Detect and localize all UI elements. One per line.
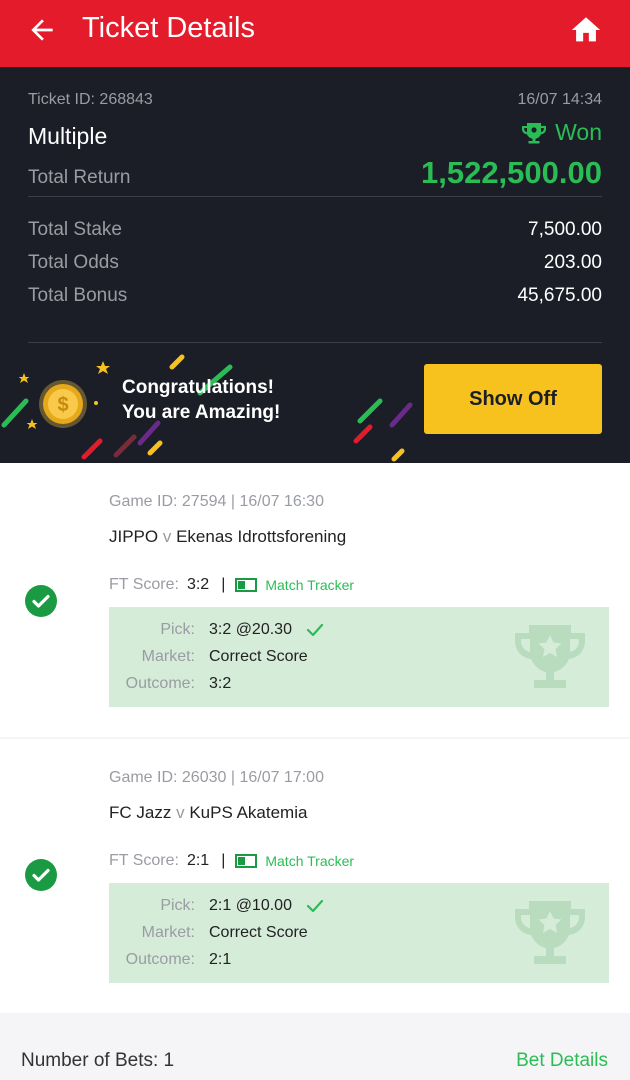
- pick-label: Pick:: [160, 897, 195, 914]
- versus: v: [176, 803, 185, 822]
- top-app-bar: Ticket Details: [0, 0, 630, 67]
- match-teams: FC Jazz v KuPS Akatemia: [109, 803, 307, 823]
- away-team: KuPS Akatemia: [189, 803, 308, 822]
- ticket-datetime: 16/07 14:34: [517, 91, 602, 108]
- ft-score-row: FT Score: 2:1 | Match Tracker: [109, 852, 354, 870]
- match-tracker-label: Match Tracker: [265, 853, 355, 869]
- congrats-line-2: You are Amazing!: [122, 402, 281, 423]
- market-label: Market:: [141, 924, 195, 941]
- match-teams: JIPPO v Ekenas Idrottsforening: [109, 527, 346, 547]
- game-id: Game ID: 27594 | 16/07 16:30: [109, 493, 324, 510]
- show-off-button[interactable]: Show Off: [424, 364, 602, 434]
- total-return-amount: 1,522,500.00: [420, 155, 602, 190]
- outcome-row: Outcome: 2:1: [109, 951, 232, 969]
- pick-box: Pick: 3:2 @20.30 Market: Correct Score O…: [109, 607, 609, 707]
- game-id: Game ID: 26030 | 16/07 17:00: [109, 769, 324, 786]
- home-icon[interactable]: [569, 13, 603, 47]
- trophy-watermark-icon: [515, 625, 585, 688]
- ft-score-value: 2:1: [186, 852, 210, 869]
- match-tracker-icon: [235, 578, 258, 592]
- bet-card: Game ID: 27594 | 16/07 16:30 JIPPO v Eke…: [0, 463, 630, 737]
- ticket-id: Ticket ID: 268843: [28, 91, 153, 108]
- market-value: Correct Score: [209, 924, 308, 941]
- match-tracker-icon: [235, 854, 258, 868]
- home-team: JIPPO: [109, 527, 159, 546]
- congrats-line-1: Congratulations!: [122, 377, 274, 398]
- total-return-row: Total Return 1,522,500.00: [28, 155, 602, 191]
- pick-box: Pick: 2:1 @10.00 Market: Correct Score O…: [109, 883, 609, 983]
- congrats-text: Congratulations! You are Amazing!: [122, 375, 280, 425]
- summary-divider: [28, 196, 602, 197]
- market-value: Correct Score: [209, 648, 308, 665]
- total-stake-label: Total Stake: [28, 219, 122, 240]
- ft-score-label: FT Score:: [109, 576, 179, 593]
- pick-value: 3:2 @20.30: [209, 621, 292, 638]
- pick-value-wrap: 3:2 @20.30: [209, 621, 324, 639]
- pick-value-wrap: 2:1 @10.00: [209, 897, 324, 915]
- check-circle-icon: [25, 859, 57, 891]
- market-row: Market: Correct Score: [109, 648, 308, 666]
- congrats-banner: $ Congratulations! You are Amazing! Show…: [0, 343, 630, 463]
- ticket-meta-row: Ticket ID: 268843 16/07 14:34: [28, 91, 602, 109]
- away-team: Ekenas Idrottsforening: [176, 527, 347, 546]
- versus: v: [162, 527, 172, 546]
- ft-score-row: FT Score: 3:2 | Match Tracker: [109, 576, 354, 594]
- check-circle-icon: [25, 585, 57, 617]
- outcome-row: Outcome: 3:2: [109, 675, 232, 693]
- bet-details-link[interactable]: Bet Details: [516, 1050, 608, 1072]
- outcome-label: Outcome:: [125, 675, 195, 692]
- match-tracker-link[interactable]: Match Tracker: [235, 577, 354, 593]
- pick-row: Pick: 3:2 @20.30: [109, 621, 324, 639]
- ft-score-value: 3:2: [186, 576, 210, 593]
- total-bonus-value: 45,675.00: [517, 285, 602, 306]
- match-tracker-label: Match Tracker: [265, 577, 355, 593]
- coin-icon: $: [39, 380, 87, 428]
- pick-label: Pick:: [160, 621, 195, 638]
- number-of-bets: Number of Bets: 1: [21, 1050, 175, 1071]
- check-icon: [306, 623, 324, 637]
- ticket-summary: Ticket ID: 268843 16/07 14:34 Multiple W…: [0, 67, 630, 463]
- market-row: Market: Correct Score: [109, 924, 308, 942]
- pick-row: Pick: 2:1 @10.00: [109, 897, 324, 915]
- ticket-footer: Number of Bets: 1 Bet Details: [0, 1014, 630, 1080]
- total-odds-row: Total Odds 203.00: [28, 252, 602, 274]
- separator: |: [221, 576, 226, 593]
- total-stake-value: 7,500.00: [528, 219, 602, 240]
- won-label: Won: [555, 119, 602, 145]
- bet-card: Game ID: 26030 | 16/07 17:00 FC Jazz v K…: [0, 739, 630, 1013]
- total-odds-label: Total Odds: [28, 252, 119, 273]
- outcome-value: 2:1: [209, 951, 232, 968]
- ticket-type-row: Multiple Won: [28, 119, 602, 150]
- total-stake-row: Total Stake 7,500.00: [28, 219, 602, 241]
- ft-score-label: FT Score:: [109, 852, 179, 869]
- total-bonus-row: Total Bonus 45,675.00: [28, 285, 602, 307]
- pick-value: 2:1 @10.00: [209, 897, 292, 914]
- outcome-value: 3:2: [209, 675, 232, 692]
- total-bonus-label: Total Bonus: [28, 285, 128, 306]
- total-return-label: Total Return: [28, 167, 131, 188]
- trophy-watermark-icon: [515, 901, 585, 964]
- arrow-left-icon[interactable]: [26, 14, 58, 46]
- total-odds-value: 203.00: [543, 252, 602, 273]
- won-status: Won: [521, 119, 602, 146]
- page-title: Ticket Details: [82, 12, 255, 44]
- home-team: FC Jazz: [109, 803, 172, 822]
- check-icon: [306, 899, 324, 913]
- svg-text:$: $: [57, 394, 68, 416]
- ticket-type: Multiple: [28, 122, 108, 149]
- match-tracker-link[interactable]: Match Tracker: [235, 853, 354, 869]
- trophy-icon: [522, 122, 547, 143]
- market-label: Market:: [141, 648, 195, 665]
- outcome-label: Outcome:: [125, 951, 195, 968]
- separator: |: [221, 852, 226, 869]
